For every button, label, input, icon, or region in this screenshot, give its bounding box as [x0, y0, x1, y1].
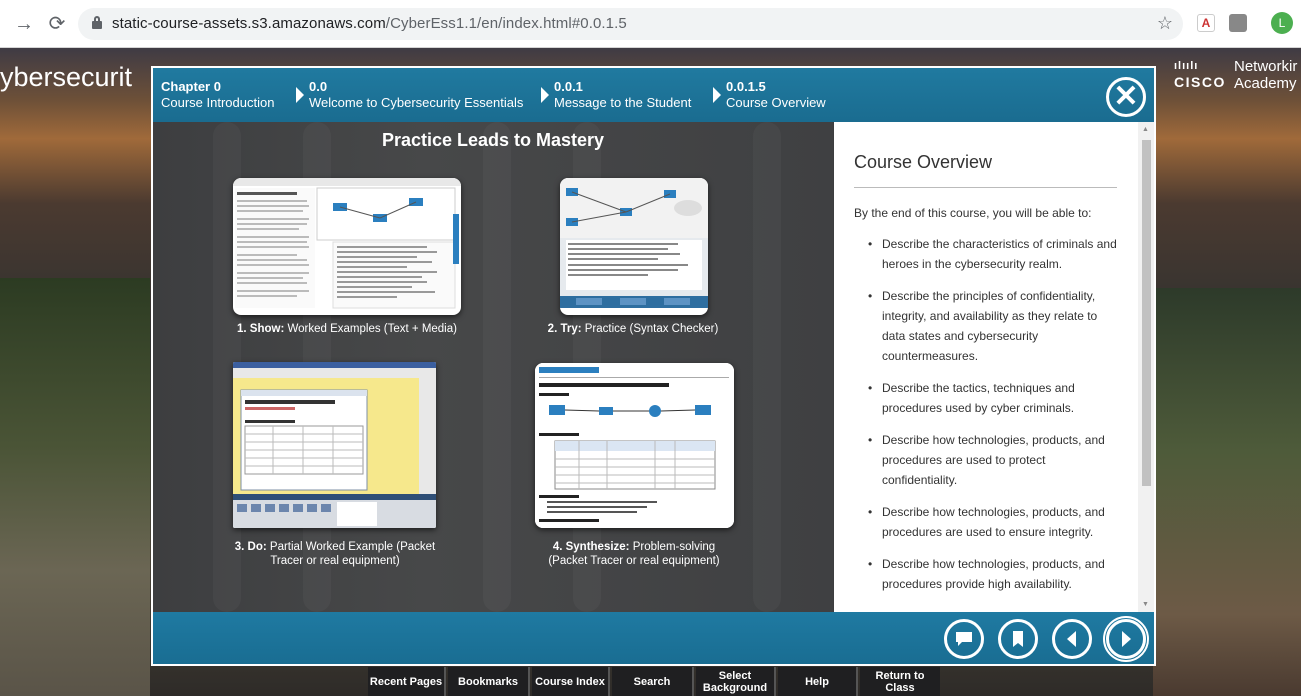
bookmark-icon	[1013, 631, 1023, 647]
scroll-up-icon[interactable]: ▲	[1142, 126, 1149, 133]
syntax-checker-image	[560, 178, 708, 308]
list-item: Describe the principles of confidentiali…	[868, 286, 1122, 366]
address-bar[interactable]: static-course-assets.s3.amazonaws.com/Cy…	[78, 8, 1183, 40]
menu-bookmarks[interactable]: Bookmarks	[448, 667, 530, 696]
breadcrumb: Chapter 0 Course Introduction 0.0 Welcome …	[153, 68, 1154, 122]
objectives-list: Describe the characteristics of criminal…	[868, 234, 1122, 606]
breadcrumb-arrow-icon	[296, 87, 304, 103]
card-caption-try: 2. Try: Practice (Syntax Checker)	[547, 323, 719, 335]
packet-tracer-image	[233, 362, 436, 528]
card-caption-show: 1. Show: Worked Examples (Text + Media)	[237, 323, 457, 335]
lab-document-image	[535, 363, 734, 528]
menu-return-to-class[interactable]: Return to Class	[860, 667, 940, 696]
breadcrumb-page[interactable]: 0.0.1.5 Course Overview	[726, 79, 826, 111]
bottom-menu: Recent Pages Bookmarks Course Index Sear…	[368, 667, 940, 696]
close-icon: ✕	[1113, 80, 1139, 113]
reload-icon[interactable]: ⟳	[45, 12, 69, 36]
breadcrumb-topic[interactable]: 0.0.1 Message to the Student	[554, 79, 691, 111]
profile-avatar[interactable]: L	[1271, 12, 1293, 34]
bookmark-button[interactable]	[998, 619, 1038, 659]
cisco-networking-academy-logo: ılıılı CISCO Networkir Academy	[1174, 58, 1298, 92]
back-arrow-icon[interactable]: →	[12, 12, 36, 36]
list-item: Describe the characteristics of criminal…	[868, 234, 1122, 274]
worked-example-thumbnail[interactable]	[233, 178, 461, 315]
extension-icon[interactable]	[1229, 14, 1247, 32]
url-text[interactable]: static-course-assets.s3.amazonaws.com/Cy…	[112, 15, 627, 32]
menu-search[interactable]: Search	[612, 667, 694, 696]
discussion-button[interactable]	[944, 619, 984, 659]
list-item: Describe how technologies, products, and…	[868, 502, 1122, 542]
panel-divider	[854, 187, 1117, 188]
menu-course-index[interactable]: Course Index	[532, 667, 610, 696]
scroll-down-icon[interactable]: ▼	[1142, 601, 1149, 608]
syntax-checker-thumbnail[interactable]	[560, 178, 708, 315]
card-caption-synthesize: 4. Synthesize: Problem-solving (Packet Tr…	[548, 541, 720, 567]
content-title: Practice Leads to Mastery	[381, 130, 605, 150]
breadcrumb-chapter[interactable]: Chapter 0 Course Introduction	[161, 79, 274, 111]
next-icon	[1122, 631, 1131, 647]
star-icon[interactable]: ☆	[1157, 13, 1173, 34]
chat-icon	[956, 632, 972, 646]
panel-intro: By the end of this course, you will be a…	[854, 206, 1092, 220]
breadcrumb-arrow-icon	[713, 87, 721, 103]
list-item: Describe how technologies, products, and…	[868, 430, 1122, 490]
panel-scrollbar[interactable]: ▲ ▼	[1138, 122, 1154, 612]
previous-icon	[1067, 631, 1076, 647]
list-item: Describe how technologies, products, and…	[868, 554, 1122, 594]
media-area: Practice Leads to Mastery 1. Show: Worke…	[153, 122, 833, 612]
next-button[interactable]	[1103, 616, 1149, 662]
site-title: ybersecurit	[0, 62, 133, 92]
pdf-icon[interactable]: A	[1197, 14, 1215, 32]
lock-icon	[92, 16, 102, 29]
panel-title: Course Overview	[854, 152, 993, 172]
browser-toolbar: → ⟳ static-course-assets.s3.amazonaws.co…	[0, 0, 1301, 48]
overview-panel: Course Overview By the end of this cours…	[834, 122, 1154, 612]
previous-button[interactable]	[1052, 619, 1092, 659]
breadcrumb-section[interactable]: 0.0 Welcome to Cybersecurity Essentials	[309, 79, 523, 111]
menu-recent-pages[interactable]: Recent Pages	[368, 667, 446, 696]
packet-tracer-thumbnail[interactable]	[233, 362, 436, 528]
close-button[interactable]: ✕	[1106, 77, 1146, 117]
course-footer	[153, 612, 1154, 664]
scroll-thumb[interactable]	[1142, 140, 1151, 486]
menu-help[interactable]: Help	[778, 667, 858, 696]
menu-select-background[interactable]: Select Background	[696, 667, 776, 696]
worked-example-image	[233, 178, 461, 309]
lab-thumbnail[interactable]	[535, 363, 734, 528]
card-caption-do: 3. Do: Partial Worked Example (Packet Tra…	[234, 541, 436, 567]
list-item: Describe the tactics, techniques and pro…	[868, 378, 1122, 418]
breadcrumb-arrow-icon	[541, 87, 549, 103]
course-window: Chapter 0 Course Introduction 0.0 Welcome …	[151, 66, 1156, 666]
